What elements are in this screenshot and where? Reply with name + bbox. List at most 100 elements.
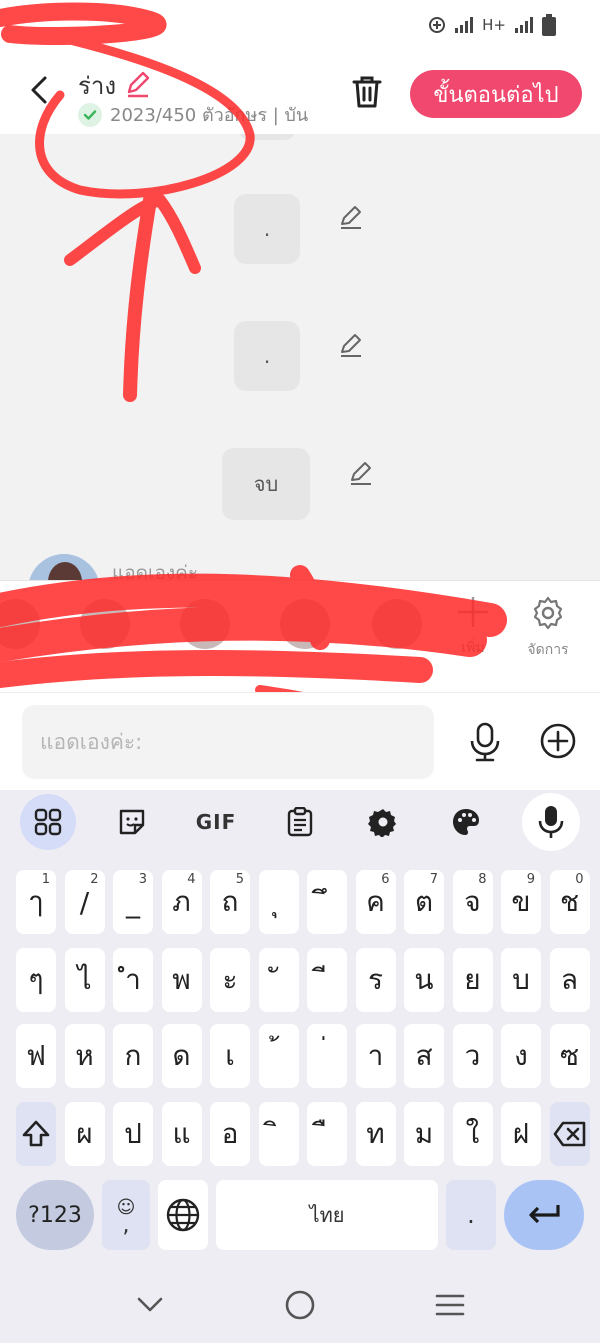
key[interactable]: ก [113, 1024, 153, 1088]
character-avatar[interactable] [372, 599, 422, 649]
key[interactable]: ใ [452, 1102, 493, 1166]
message-bubble[interactable]: จบ [222, 448, 310, 520]
key-hint: 0 [575, 872, 584, 887]
character-avatar[interactable] [80, 599, 130, 649]
status-icons: H+ [428, 14, 556, 36]
key[interactable]: ั [258, 948, 299, 1012]
back-button[interactable] [24, 70, 54, 110]
key[interactable]: อ [210, 1102, 250, 1166]
key[interactable]: _ 3 [113, 870, 153, 934]
key[interactable]: ส [404, 1024, 444, 1088]
nav-recents-button[interactable] [430, 1285, 470, 1325]
clipboard-button[interactable] [272, 794, 328, 850]
key[interactable]: ล [549, 948, 590, 1012]
key[interactable]: ๆ [16, 948, 56, 1012]
gif-label: GIF [195, 810, 237, 834]
key[interactable]: ำ [113, 948, 153, 1012]
key[interactable]: ไ [64, 948, 105, 1012]
key[interactable]: ห [64, 1024, 105, 1088]
app-header: ร่าง 2023/450 ตัวอักษร | บัน ขั้นตอนต่อไ… [0, 52, 600, 134]
period-key[interactable]: . [446, 1180, 496, 1250]
key[interactable]: ้ [258, 1024, 299, 1088]
message-list[interactable]: . . จบ แอดเองค่ะ [0, 134, 600, 580]
key[interactable]: ง [501, 1024, 541, 1088]
voice-input-button[interactable] [464, 717, 506, 767]
palette-icon [453, 809, 479, 835]
key[interactable]: า [355, 1024, 396, 1088]
globe-icon [166, 1198, 200, 1232]
key[interactable]: ซ [549, 1024, 590, 1088]
key[interactable]: ร [355, 948, 396, 1012]
enter-key[interactable] [504, 1180, 584, 1250]
key[interactable]: ด [161, 1024, 202, 1088]
key[interactable]: ว [452, 1024, 493, 1088]
voice-typing-button[interactable] [522, 793, 580, 851]
nav-hide-keyboard-button[interactable] [130, 1285, 170, 1325]
key[interactable]: ช0 [549, 870, 590, 934]
message-bubble[interactable]: . [234, 194, 300, 264]
shift-key[interactable] [16, 1102, 56, 1166]
keyboard-settings-button[interactable] [355, 794, 411, 850]
key[interactable]: ท [355, 1102, 396, 1166]
key[interactable]: ภ4 [161, 870, 202, 934]
nav-home-button[interactable] [280, 1285, 320, 1325]
edit-title-button[interactable] [124, 70, 152, 102]
key[interactable]: /2 [64, 870, 105, 934]
apps-grid-button[interactable] [20, 794, 76, 850]
gif-button[interactable]: GIF [188, 794, 244, 850]
key[interactable]: พ [161, 948, 202, 1012]
key[interactable]: ื [307, 1102, 347, 1166]
space-key[interactable]: ไทย [216, 1180, 438, 1250]
key[interactable]: ี [307, 948, 347, 1012]
theme-button[interactable] [438, 794, 494, 850]
key[interactable]: ถ5 [210, 870, 250, 934]
grid-icon [34, 808, 62, 836]
character-count: 2023/450 ตัวอักษร | บัน [110, 105, 309, 126]
key[interactable]: ๅ1 [16, 870, 56, 934]
emoji-key[interactable]: ☺ , [102, 1180, 150, 1250]
character-avatar[interactable] [180, 599, 230, 649]
backspace-key[interactable] [549, 1102, 590, 1166]
key[interactable]: ึ [307, 870, 347, 934]
chevron-left-icon [31, 76, 47, 104]
shift-arrow-icon [22, 1120, 50, 1147]
signal-icon-2 [515, 17, 533, 33]
key[interactable]: น [404, 948, 444, 1012]
key[interactable]: จ8 [452, 870, 493, 934]
key[interactable]: ่ [307, 1024, 347, 1088]
manage-characters-button[interactable]: จัดการ [514, 595, 582, 679]
key[interactable]: ย [452, 948, 493, 1012]
key[interactable]: ฟ [16, 1024, 56, 1088]
attach-button[interactable] [536, 719, 580, 763]
status-bar: H+ [0, 0, 600, 52]
key[interactable]: ฝ [501, 1102, 541, 1166]
sender-avatar[interactable] [28, 554, 100, 580]
key[interactable]: ม [404, 1102, 444, 1166]
edit-message-button[interactable] [336, 330, 366, 360]
character-avatar[interactable] [280, 599, 330, 649]
key[interactable]: เ [210, 1024, 250, 1088]
key[interactable]: แ [161, 1102, 202, 1166]
language-key[interactable] [158, 1180, 208, 1250]
key[interactable]: ผ [64, 1102, 105, 1166]
key[interactable]: ุ [258, 870, 299, 934]
key[interactable]: ค6 [355, 870, 396, 934]
clipboard-icon [287, 807, 313, 837]
key[interactable]: ิ [258, 1102, 299, 1166]
symbols-key[interactable]: ?123 [16, 1180, 94, 1250]
sticker-button[interactable] [104, 794, 160, 850]
next-step-button[interactable]: ขั้นตอนต่อไป [410, 70, 582, 118]
key[interactable]: บ [501, 948, 541, 1012]
edit-message-button[interactable] [336, 202, 366, 232]
add-character-button[interactable]: เพิ่ม [444, 595, 502, 679]
character-avatar[interactable] [0, 599, 40, 649]
character-strip[interactable] [0, 589, 440, 679]
edit-message-button[interactable] [346, 458, 376, 488]
key[interactable]: ข9 [501, 870, 541, 934]
key[interactable]: ป [113, 1102, 153, 1166]
key[interactable]: ต7 [404, 870, 444, 934]
message-bubble[interactable]: . [234, 321, 300, 391]
key[interactable]: ะ [210, 948, 250, 1012]
message-input[interactable] [22, 705, 434, 779]
delete-button[interactable] [348, 72, 386, 112]
